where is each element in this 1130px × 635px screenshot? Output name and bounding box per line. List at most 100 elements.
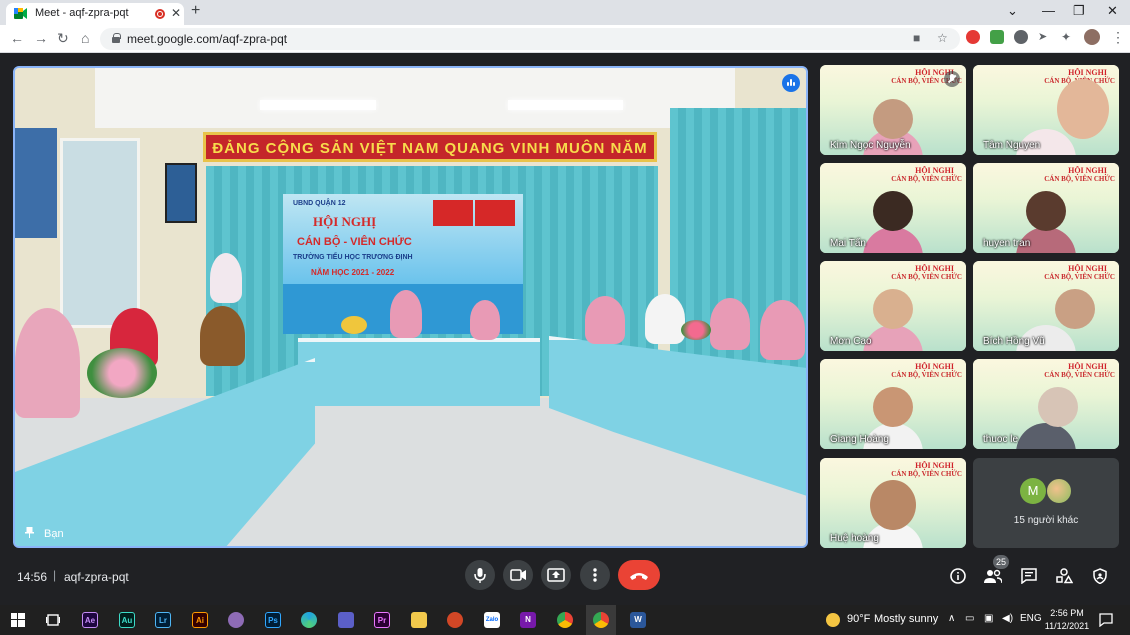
participant-name: Giang Hoàng: [830, 434, 889, 445]
participant-face: [873, 387, 913, 427]
lightroom-icon[interactable]: Lr: [155, 612, 171, 628]
main-video-tile[interactable]: ĐẢNG CỘNG SẢN VIỆT NAM QUANG VINH MUÔN N…: [13, 66, 808, 548]
camera-button[interactable]: [503, 560, 533, 590]
participant-tile[interactable]: HỘI NGHỊ CÁN BỘ, VIÊN CHỨC huyen tran: [973, 163, 1119, 253]
back-icon[interactable]: ←: [10, 30, 24, 46]
bookmark-star-icon[interactable]: ☆: [937, 31, 948, 45]
participant-face: [1037, 387, 1078, 427]
divider: |: [53, 568, 57, 582]
host-controls-icon[interactable]: [1091, 568, 1109, 584]
participant-tile[interactable]: HỘI NGHỊ CÁN BỘ, VIÊN CHỨC Huệ hoàng: [820, 458, 966, 548]
participant-face: [1026, 191, 1066, 231]
extension-icon[interactable]: [1014, 30, 1028, 44]
network-icon[interactable]: ▣: [984, 613, 993, 624]
browser-tab-strip: Meet - aqf-zpra-pqt ✕ + ⌄ — ❐ ✕: [0, 0, 1130, 25]
system-tray-icon[interactable]: ▭: [965, 613, 974, 624]
teams-icon[interactable]: [338, 612, 354, 628]
photoshop-icon[interactable]: Ps: [265, 612, 281, 628]
minimize-button[interactable]: —: [1042, 3, 1055, 18]
meeting-code: aqf-zpra-pqt: [64, 570, 129, 584]
participant-name: Mai Tấn: [830, 238, 866, 249]
maximize-button[interactable]: ❐: [1073, 3, 1085, 19]
close-window-button[interactable]: ✕: [1107, 3, 1118, 19]
send-extension-icon[interactable]: ➤: [1038, 30, 1052, 44]
taskbar-date[interactable]: 11/12/2021: [1043, 621, 1091, 631]
people-count-badge: 25: [993, 555, 1009, 569]
participant-name: Mơn Cao: [830, 336, 872, 347]
participant-face: [873, 289, 913, 329]
main-tile-name: Bạn: [25, 527, 64, 540]
chat-icon[interactable]: [1020, 568, 1038, 584]
present-screen-icon: [547, 568, 565, 582]
word-icon[interactable]: W: [630, 612, 646, 628]
mic-off-icon: [944, 71, 960, 87]
participant-tile[interactable]: HỘI NGHỊ CÁN BỘ, VIÊN CHỨC Bích Hồng Vũ: [973, 261, 1119, 351]
lock-icon[interactable]: [112, 33, 121, 43]
show-hidden-icons-icon[interactable]: ∧: [948, 613, 955, 624]
reload-icon[interactable]: ↻: [57, 30, 69, 47]
adblock-extension-icon[interactable]: [966, 30, 980, 44]
person: [390, 290, 422, 338]
wall-banner: ĐẢNG CỘNG SẢN VIỆT NAM QUANG VINH MUÔN N…: [203, 132, 657, 162]
weather-description[interactable]: Mostly sunny: [874, 613, 938, 625]
tab-search-icon[interactable]: ⌄: [1007, 3, 1018, 19]
participant-tile[interactable]: HỘI NGHỊ CÁN BỘ, VIÊN CHỨC thuoc le: [973, 359, 1119, 449]
language-indicator[interactable]: ENG: [1020, 613, 1042, 624]
meeting-clock: 14:56: [17, 570, 48, 584]
chrome-active-icon[interactable]: [593, 612, 609, 628]
participant-tile[interactable]: HỘI NGHỊ CÁN BỘ, VIÊN CHỨC Mơn Cao: [820, 261, 966, 351]
activities-icon[interactable]: [1055, 568, 1073, 584]
forward-icon[interactable]: →: [34, 30, 48, 46]
speaking-indicator-icon: [782, 74, 800, 92]
participant-face: [1055, 289, 1096, 329]
premiere-icon[interactable]: Pr: [374, 612, 390, 628]
weather-temperature[interactable]: 90°F: [847, 613, 870, 625]
more-options-button[interactable]: [580, 560, 610, 590]
puzzle-extensions-icon[interactable]: ✦: [1061, 30, 1075, 44]
browser-toolbar: ← → ↻ ⌂ meet.google.com/aqf-zpra-pqt ■ ☆…: [0, 25, 1130, 53]
participant-name: Bích Hồng Vũ: [983, 336, 1045, 347]
meeting-details-icon[interactable]: [949, 568, 967, 584]
other-participants-tile[interactable]: M 15 người khác: [973, 458, 1119, 548]
taskbar-time[interactable]: 2:56 PM: [1047, 608, 1087, 618]
tab-close-icon[interactable]: ✕: [171, 6, 181, 20]
paint-app-icon[interactable]: [228, 612, 244, 628]
browser-menu-icon[interactable]: ⋮: [1111, 29, 1125, 46]
participant-tile[interactable]: HỘI NGHỊ CÁN BỘ, VIÊN CHỨC Giang Hoàng: [820, 359, 966, 449]
notification-center-icon[interactable]: [1099, 613, 1113, 627]
profile-avatar[interactable]: [1084, 29, 1100, 45]
participant-tile[interactable]: HỘI NGHỊ CÁN BỘ, VIÊN CHỨC Kim Ngọc Nguy…: [820, 65, 966, 155]
present-screen-button[interactable]: [541, 560, 571, 590]
illustrator-icon[interactable]: Ai: [192, 612, 208, 628]
powerpoint-icon[interactable]: [447, 612, 463, 628]
camera-in-use-icon[interactable]: ■: [913, 31, 920, 45]
microphone-button[interactable]: [465, 560, 495, 590]
edge-browser-icon[interactable]: [301, 612, 317, 628]
task-view-icon[interactable]: [46, 613, 60, 627]
file-explorer-icon[interactable]: [411, 612, 427, 628]
others-count-label: 15 người khác: [1013, 515, 1079, 526]
participant-name: thuoc le: [983, 434, 1019, 445]
people-icon[interactable]: [984, 568, 1002, 584]
new-tab-button[interactable]: +: [191, 2, 200, 20]
avatar: [1046, 478, 1072, 504]
recording-icon: [155, 9, 165, 19]
after-effects-icon[interactable]: Ae: [82, 612, 98, 628]
home-icon[interactable]: ⌂: [81, 30, 89, 46]
extension-icon[interactable]: [990, 30, 1004, 44]
chrome-icon[interactable]: [557, 612, 573, 628]
participant-face: [873, 191, 913, 231]
url-text[interactable]: meet.google.com/aqf-zpra-pqt: [127, 32, 287, 46]
participant-tile[interactable]: HỘI NGHỊ CÁN BỘ, VIÊN CHỨC Tâm Nguyen: [973, 65, 1119, 155]
participant-tile[interactable]: HỘI NGHỊ CÁN BỘ, VIÊN CHỨC Mai Tấn: [820, 163, 966, 253]
weather-sun-icon[interactable]: [826, 613, 840, 627]
participant-name: Huệ hoàng: [830, 533, 879, 544]
address-bar[interactable]: meet.google.com/aqf-zpra-pqt ■ ☆: [100, 28, 960, 50]
browser-tab[interactable]: Meet - aqf-zpra-pqt ✕: [6, 3, 184, 25]
windows-start-icon[interactable]: [11, 613, 25, 627]
volume-icon[interactable]: ◀): [1002, 613, 1013, 624]
audition-icon[interactable]: Au: [119, 612, 135, 628]
onenote-icon[interactable]: N: [520, 612, 536, 628]
zalo-icon[interactable]: Zalo: [484, 612, 500, 628]
end-call-button[interactable]: [618, 560, 660, 590]
